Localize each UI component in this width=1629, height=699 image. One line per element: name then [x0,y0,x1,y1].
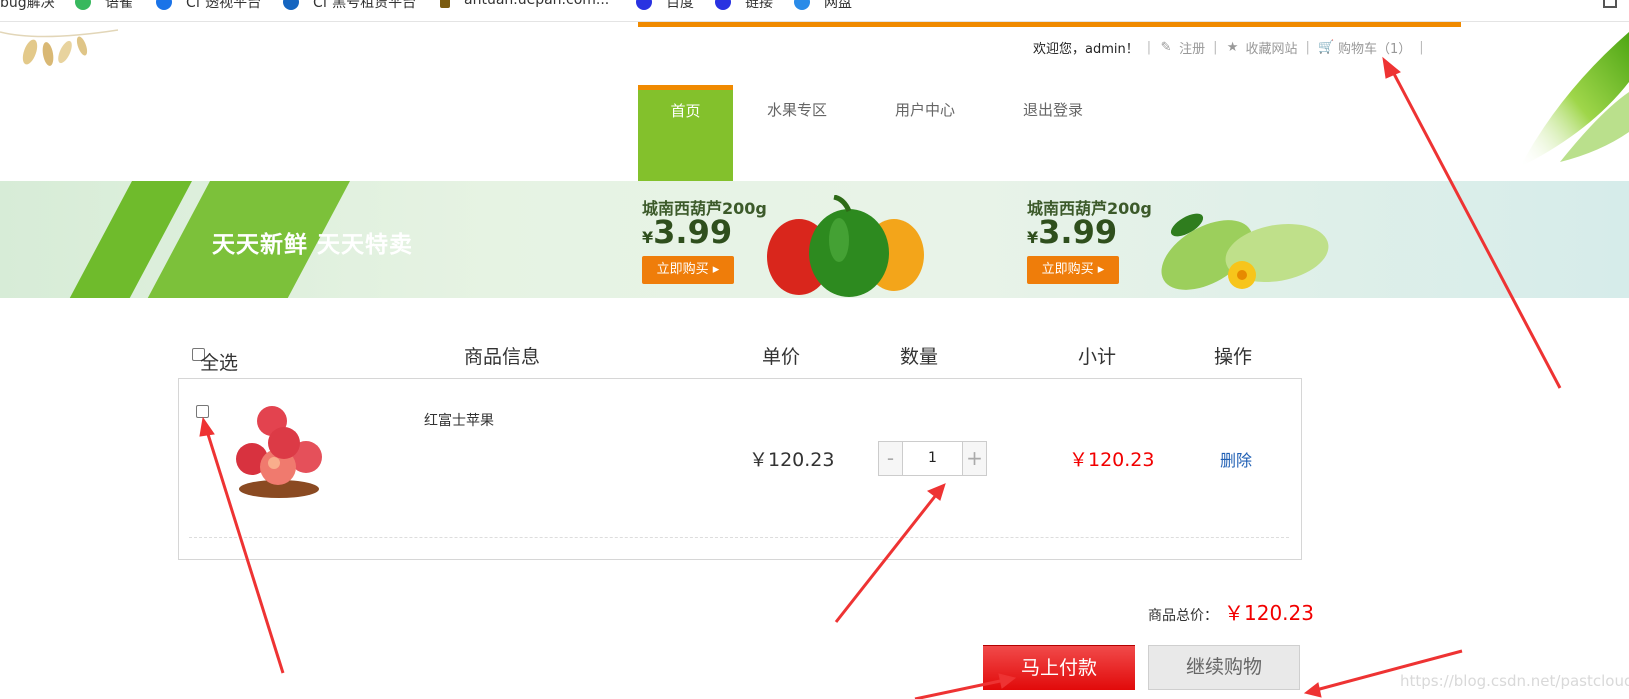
divider [189,537,1289,538]
cf-icon [156,0,172,10]
decrease-button[interactable]: - [879,442,902,475]
nav-logout[interactable]: 退出登录 [989,85,1117,181]
total-label: 商品总价： [1148,608,1218,624]
welcome-text: 欢迎您，admin！ [1033,42,1139,57]
banner-slogan: 天天新鲜 天天特卖 [212,232,414,258]
baidu-icon [636,0,652,10]
promo-banner: 天天新鲜 天天特卖 城南西葫芦200g ¥3.99 立即购买 ▸ 城南西葫芦20… [0,181,1629,298]
nav-user-center[interactable]: 用户中心 [861,85,989,181]
peppers-image [767,195,924,297]
zucchini-image [1161,213,1329,290]
cf2-icon [283,0,299,10]
star-icon: ★ [1226,39,1239,55]
quantity-input[interactable]: 1 [902,442,963,475]
leaf-decoration [1520,32,1629,167]
tree-icon [440,0,450,8]
register-link[interactable]: 注册 [1179,38,1205,57]
top-bar: 欢迎您，admin！ | ✎ 注册 | ★ 收藏网站 | 🛒 购物车（1） | [1033,38,1424,57]
bookmark-yuque[interactable]: 语雀 [75,0,133,12]
cart-link[interactable]: 购物车（1） [1338,38,1411,57]
increase-button[interactable]: + [963,442,986,475]
reading-list-icon[interactable] [1603,0,1617,8]
bookmark-cf2[interactable]: Cf 黑号租赁平台 [283,0,416,12]
promo-card: 城南西葫芦200g ¥3.99 立即购买 ▸ [642,195,1002,297]
favorite-link[interactable]: 收藏网站 [1246,38,1298,57]
header-quantity: 数量 [900,346,939,368]
promo-card: 城南西葫芦200g ¥3.99 立即购买 ▸ [1027,195,1387,295]
buy-now-button[interactable]: 立即购买 ▸ [642,256,734,284]
cart-item-row: 红富士苹果 ￥120.23 - 1 + ￥120.23 删除 [178,378,1302,560]
watermark: https://blog.csdn.net/pastclouds [1400,672,1629,690]
cart-header: 全选 商品信息 单价 数量 小计 操作 [178,338,1302,374]
header-actions: 操作 [1214,346,1253,368]
total-value: ￥120.23 [1224,601,1314,625]
header-unit-price: 单价 [762,346,801,368]
cart-icon: 🛒 [1317,39,1335,55]
delete-link[interactable]: 删除 [1220,447,1252,471]
header-accent-line [638,22,1461,27]
quantity-stepper: - 1 + [878,441,987,476]
nav-home[interactable]: 首页 [638,85,733,181]
header-subtotal: 小计 [1078,346,1117,368]
header-product-info: 商品信息 [464,346,541,368]
pay-now-button[interactable]: 马上付款 [983,645,1135,690]
bookmark-antuan[interactable]: antuan.uepan.com... [440,0,609,8]
baidu-icon [715,0,731,10]
nav-fruit-zone[interactable]: 水果专区 [733,85,861,181]
item-subtotal: ￥120.23 [1069,449,1155,471]
bookmark-baidu[interactable]: 百度 [636,0,694,12]
promo-price: ¥3.99 [642,213,733,251]
product-name[interactable]: 红富士苹果 [424,410,494,430]
buy-now-button[interactable]: 立即购买 ▸ [1027,256,1119,284]
bookmark-bug[interactable]: bug解决 [0,0,55,12]
item-checkbox[interactable] [196,405,209,418]
product-image [236,406,322,498]
order-total: 商品总价： ￥120.23 [1148,597,1314,626]
promo-price: ¥3.99 [1027,213,1118,251]
bookmarks-bar: bug解决 语雀 Cf 透视平台 Cf 黑号租赁平台 antuan.uepan.… [0,0,1629,22]
select-all-label: 全选 [200,352,239,374]
bookmark-cf[interactable]: Cf 透视平台 [156,0,261,12]
yuque-icon [75,0,91,10]
unit-price: ￥120.23 [749,449,835,471]
bookmark-netdisk[interactable]: 网盘 [794,0,852,12]
main-nav: 首页 水果专区 用户中心 退出登录 [638,85,1117,181]
bookmark-link[interactable]: 链接 [715,0,773,12]
wheat-decoration [0,29,119,66]
page: bug解决 语雀 Cf 透视平台 Cf 黑号租赁平台 antuan.uepan.… [0,0,1629,699]
cloud-icon [794,0,810,10]
continue-shopping-button[interactable]: 继续购物 [1148,645,1300,690]
pen-icon: ✎ [1160,39,1172,55]
